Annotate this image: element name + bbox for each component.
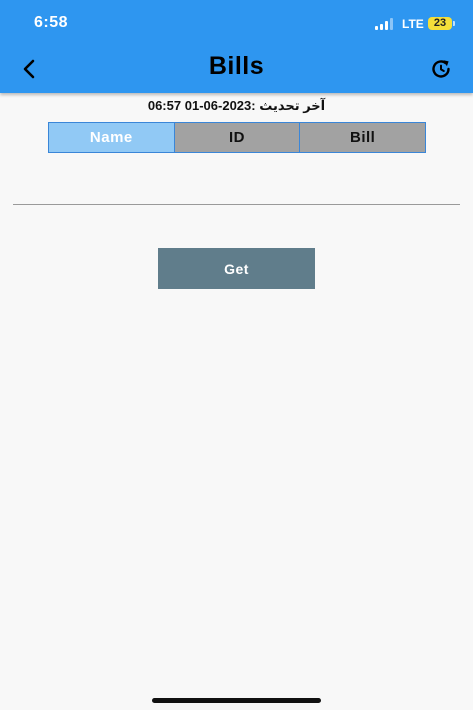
home-indicator — [152, 698, 321, 703]
last-update-label: آخر تحديث :2023-06-01 06:57 — [147, 98, 326, 113]
battery-level: 23 — [433, 17, 447, 29]
search-type-tabs: Name ID Bill — [48, 122, 426, 153]
get-button[interactable]: Get — [158, 248, 315, 289]
tab-name-label: Name — [89, 129, 133, 146]
app-header: 6:58 LTE 23 Bills — [0, 0, 473, 93]
signal-bar-1 — [375, 26, 378, 30]
battery-icon: 23 — [428, 17, 452, 30]
refresh-icon — [432, 60, 450, 78]
signal-bar-2 — [380, 24, 383, 30]
cellular-signal-icon — [375, 18, 397, 30]
tab-bill-label: Bill — [350, 129, 376, 146]
refresh-button[interactable] — [427, 55, 455, 83]
search-input[interactable] — [13, 172, 460, 205]
signal-bar-4 — [390, 18, 393, 30]
status-bar: 6:58 LTE 23 — [0, 0, 473, 46]
signal-bar-3 — [385, 21, 388, 30]
tab-id-label: ID — [229, 129, 245, 146]
status-time: 6:58 — [34, 14, 69, 31]
battery-tip — [453, 21, 455, 26]
tab-bill[interactable]: Bill — [299, 123, 426, 152]
tab-name[interactable]: Name — [49, 123, 174, 152]
page-title: Bills — [208, 52, 265, 80]
network-type-label: LTE — [402, 17, 424, 31]
tab-id[interactable]: ID — [173, 123, 300, 152]
